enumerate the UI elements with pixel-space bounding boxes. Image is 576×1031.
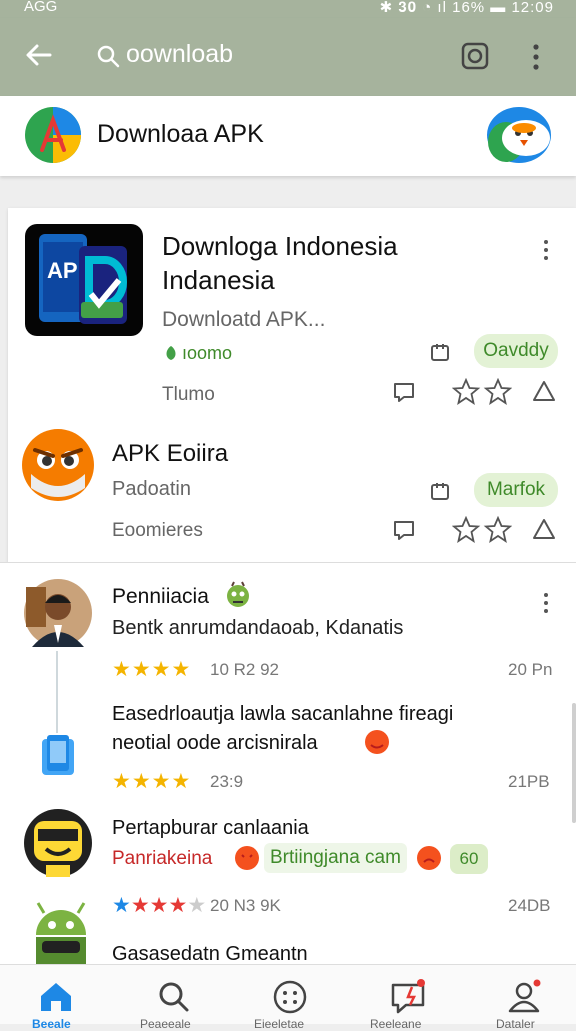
reviews-section: Penniiacia Bentk anrumdandaoab, Kdanatis…	[0, 562, 576, 965]
reviewer-name: Pertapburar canlaania	[112, 817, 309, 839]
bookmark-icon[interactable]	[429, 341, 451, 363]
store-logo-icon[interactable]	[24, 106, 82, 164]
nav-updates[interactable]: Reeleane	[368, 965, 438, 1031]
review-count-badge: 60	[450, 844, 488, 874]
leaf-icon	[166, 346, 176, 360]
share-icon[interactable]	[532, 518, 556, 542]
rating-stars: ★★★★	[112, 658, 192, 681]
download-count: ıoomo	[182, 343, 233, 363]
search-nav-icon	[159, 982, 189, 1012]
orange-emoji-icon	[417, 846, 441, 870]
review-tag-red: Panriakeina	[112, 848, 213, 869]
comment-icon[interactable]	[392, 380, 416, 404]
home-icon	[41, 983, 71, 1011]
rating-stars: ★★★★	[112, 770, 192, 793]
review-date: 21PB	[508, 772, 550, 791]
zombie-emoji-icon	[227, 581, 249, 607]
reviewer-name: Penniiacia	[112, 585, 209, 608]
robot-mascot-avatar	[24, 809, 92, 877]
search-icon	[97, 45, 120, 68]
review-date: 20 Pn	[508, 660, 553, 679]
nav-search[interactable]: Peaeeale	[140, 965, 210, 1031]
app-list-item[interactable]: APK Eoiira Padoatin Marfok Eoomieres	[8, 418, 576, 564]
apps-grid-icon	[273, 980, 307, 1014]
profile-icon	[508, 979, 541, 1013]
app-thumbnail-icon: AP	[25, 224, 143, 336]
app-title-line2: Indanesia	[162, 265, 275, 295]
android-robot-avatar	[36, 902, 86, 965]
app-meta: Eoomieres	[112, 520, 203, 541]
device-icon	[42, 735, 74, 775]
app-title-line1: Downloga Indonesia	[162, 231, 398, 261]
scrollbar[interactable]	[572, 703, 576, 823]
bottom-navigation: Beeale Peaeeale Eieeletae Reeleane Datal…	[0, 964, 576, 1031]
comment-icon[interactable]	[392, 518, 416, 542]
review-meta: 10 R2 92	[210, 660, 279, 679]
review-meta: 23:9	[210, 772, 244, 791]
nav-home[interactable]: Beeale	[30, 965, 80, 1031]
status-icons: ✱ 𝟑𝟎 ◔ ıl 16% ▬ 12:09	[379, 0, 554, 16]
reviewer-name: Gasasedatn Gmeantn	[112, 943, 308, 965]
updates-icon	[391, 979, 425, 1014]
app-more-icon[interactable]	[540, 238, 552, 262]
share-icon[interactable]	[532, 380, 556, 404]
nav-profile-label: Dataler	[496, 1017, 535, 1031]
install-chip[interactable]: Oavddy	[474, 334, 558, 368]
store-title: Downloaa APK	[97, 120, 264, 148]
orange-emoji-icon	[235, 846, 259, 870]
owl-app-icon	[22, 429, 94, 501]
review-item[interactable]: Penniiacia Bentk anrumdandaoab, Kdanatis…	[0, 563, 576, 681]
app-meta: Tlumo	[162, 384, 215, 405]
app-subtitle: Padoatin	[112, 478, 191, 500]
back-arrow-icon[interactable]	[24, 40, 54, 70]
review-text-line2: neotial oode arcisnirala	[112, 732, 318, 754]
app-subtitle: Downloatd APK...	[162, 308, 326, 331]
nav-updates-label: Reeleane	[370, 1017, 422, 1031]
review-item[interactable]: Gasasedatn Gmeantn	[0, 893, 576, 965]
review-text-line1: Easedrloautja lawla sacanlahne fireagi	[112, 703, 454, 725]
store-header: Downloaa APK	[0, 96, 576, 176]
nav-apps[interactable]: Eieeletae	[254, 965, 324, 1031]
nav-home-label: Beeale	[32, 1017, 71, 1031]
svg-text:AP: AP	[47, 258, 78, 283]
review-tag-green: Brtiingjana cam	[264, 843, 407, 873]
status-bar: AGG ✱ 𝟑𝟎 ◔ ıl 16% ▬ 12:09	[0, 0, 576, 18]
orange-emoji-icon	[365, 730, 389, 754]
rating-outline-icon[interactable]	[452, 516, 512, 544]
nav-profile[interactable]: Dataler	[496, 965, 566, 1031]
status-carrier: AGG	[24, 0, 58, 15]
nav-search-label: Peaeeale	[140, 1017, 191, 1031]
review-more-icon[interactable]	[540, 591, 552, 615]
rating-outline-icon[interactable]	[452, 378, 512, 406]
review-item[interactable]: Easedrloautja lawla sacanlahne fireagi n…	[0, 683, 576, 801]
more-options-icon[interactable]	[528, 42, 544, 72]
search-query[interactable]: oownloab	[126, 40, 233, 69]
review-text: Bentk anrumdandaoab, Kdanatis	[112, 617, 404, 639]
install-chip[interactable]: Marfok	[474, 473, 558, 507]
app-results-card: AP Downloga Indonesia Indanesia Downloat…	[8, 208, 576, 564]
profile-avatar-icon[interactable]	[486, 106, 552, 164]
nav-apps-label: Eieeletae	[254, 1017, 305, 1031]
app-list-item[interactable]: AP Downloga Indonesia Indanesia Downloat…	[8, 208, 576, 418]
bookmark-icon[interactable]	[429, 480, 451, 502]
app-title: APK Eoiira	[112, 440, 229, 467]
app-bar: oownloab	[0, 18, 576, 96]
camera-icon[interactable]	[460, 41, 490, 71]
reviewer-avatar	[24, 579, 92, 647]
